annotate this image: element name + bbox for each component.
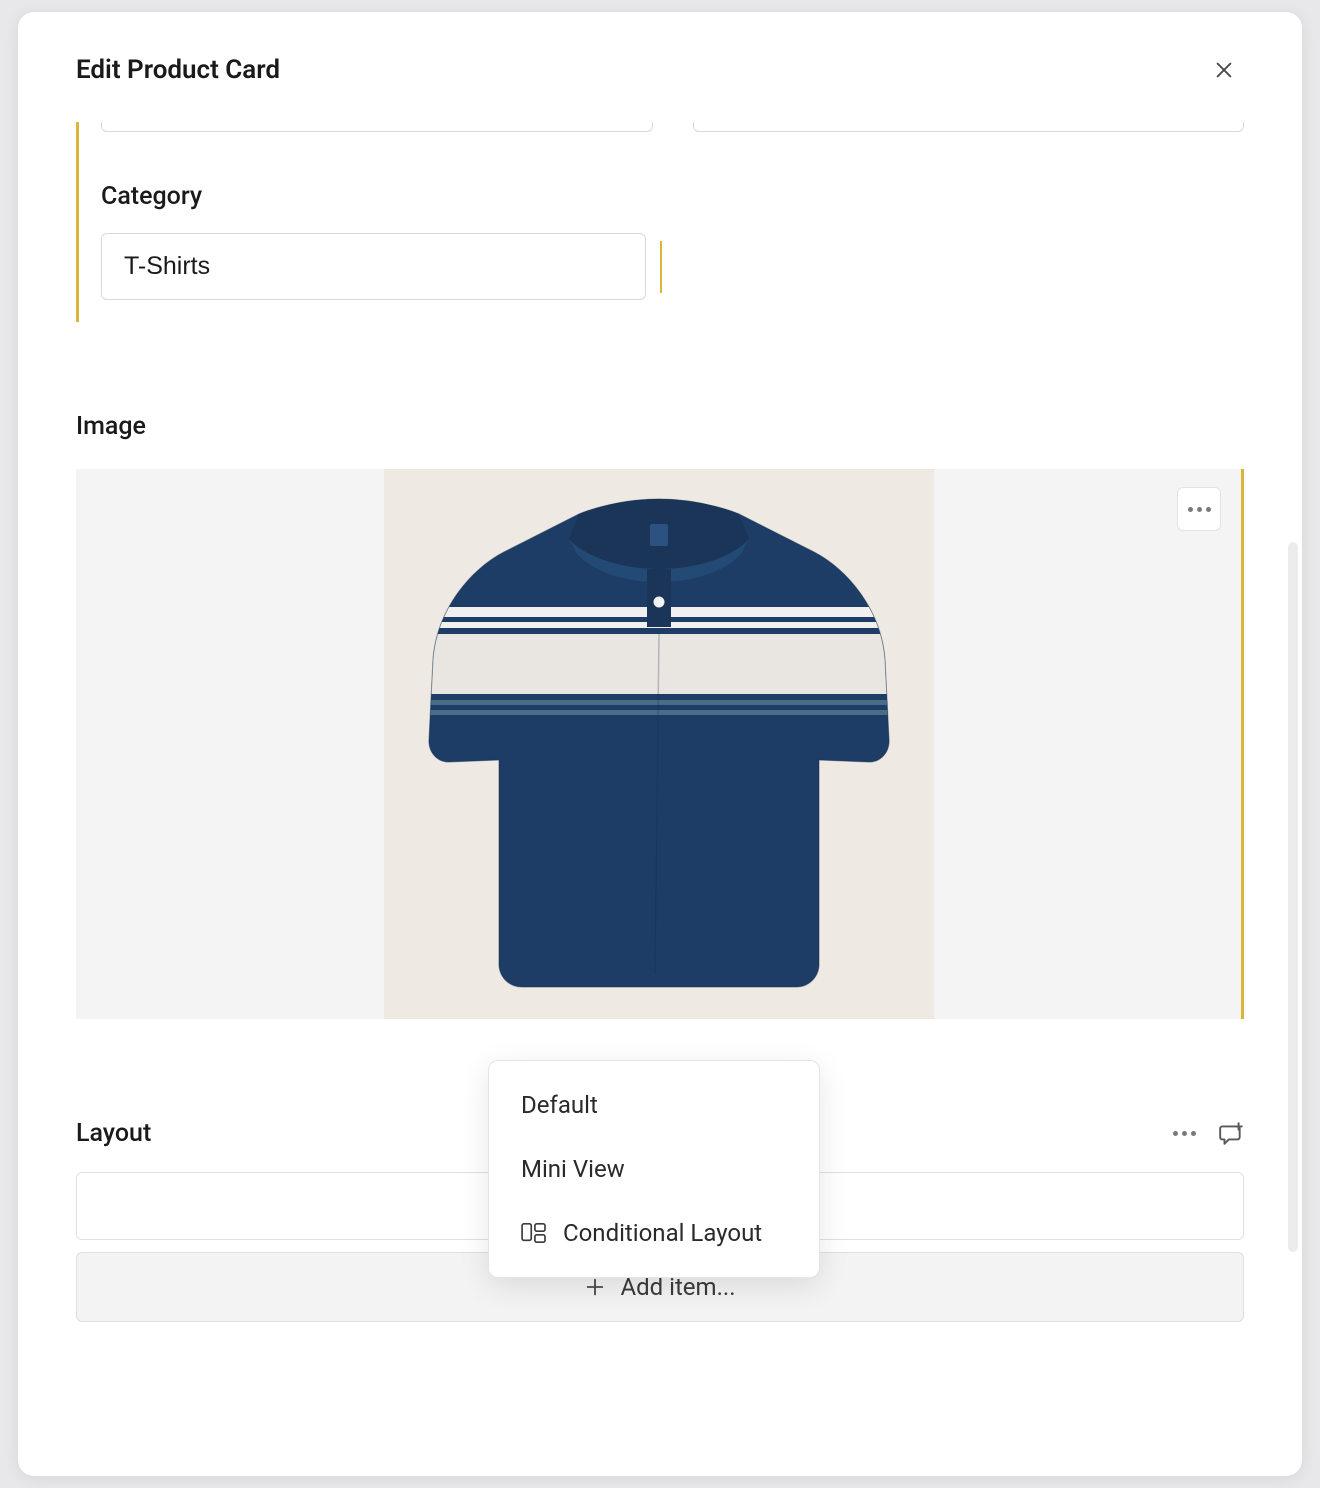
dropdown-item-label: Default (521, 1091, 598, 1119)
category-row (101, 233, 1244, 300)
more-icon (1173, 1131, 1196, 1136)
modal-header: Edit Product Card (18, 12, 1302, 122)
plus-icon (584, 1276, 606, 1298)
category-divider (660, 241, 662, 293)
image-frame (76, 469, 1244, 1019)
layout-more-button[interactable] (1173, 1131, 1196, 1136)
partial-input-left[interactable] (101, 122, 653, 132)
product-image[interactable] (384, 469, 934, 1019)
partial-row (101, 122, 1244, 132)
modal-title: Edit Product Card (76, 55, 280, 85)
layout-section-label: Layout (76, 1119, 151, 1148)
dropdown-item-label: Conditional Layout (563, 1219, 762, 1247)
layout-dropdown: Default Mini View Conditional Layout (488, 1060, 820, 1278)
edit-product-card-modal: Edit Product Card Category Image (18, 12, 1302, 1476)
polo-shirt-icon (419, 484, 899, 1004)
dropdown-item-label: Mini View (521, 1155, 625, 1183)
close-button[interactable] (1204, 50, 1244, 90)
close-icon (1213, 59, 1235, 81)
layout-actions (1173, 1121, 1244, 1147)
comment-plus-icon (1218, 1121, 1244, 1147)
category-label: Category (101, 182, 1244, 211)
scrollbar[interactable] (1288, 542, 1298, 1252)
category-input[interactable] (101, 233, 646, 300)
dropdown-item-mini-view[interactable]: Mini View (489, 1137, 819, 1201)
layout-comment-button[interactable] (1218, 1121, 1244, 1147)
partial-input-right[interactable] (693, 122, 1245, 132)
more-icon (1188, 507, 1211, 512)
dropdown-item-conditional-layout[interactable]: Conditional Layout (489, 1201, 819, 1265)
dropdown-item-default[interactable]: Default (489, 1073, 819, 1137)
modal-body: Category Image (18, 122, 1302, 1476)
top-section: Category (76, 122, 1244, 322)
image-section-label: Image (76, 412, 1244, 441)
image-more-button[interactable] (1177, 487, 1221, 531)
conditional-layout-icon (521, 1222, 547, 1244)
